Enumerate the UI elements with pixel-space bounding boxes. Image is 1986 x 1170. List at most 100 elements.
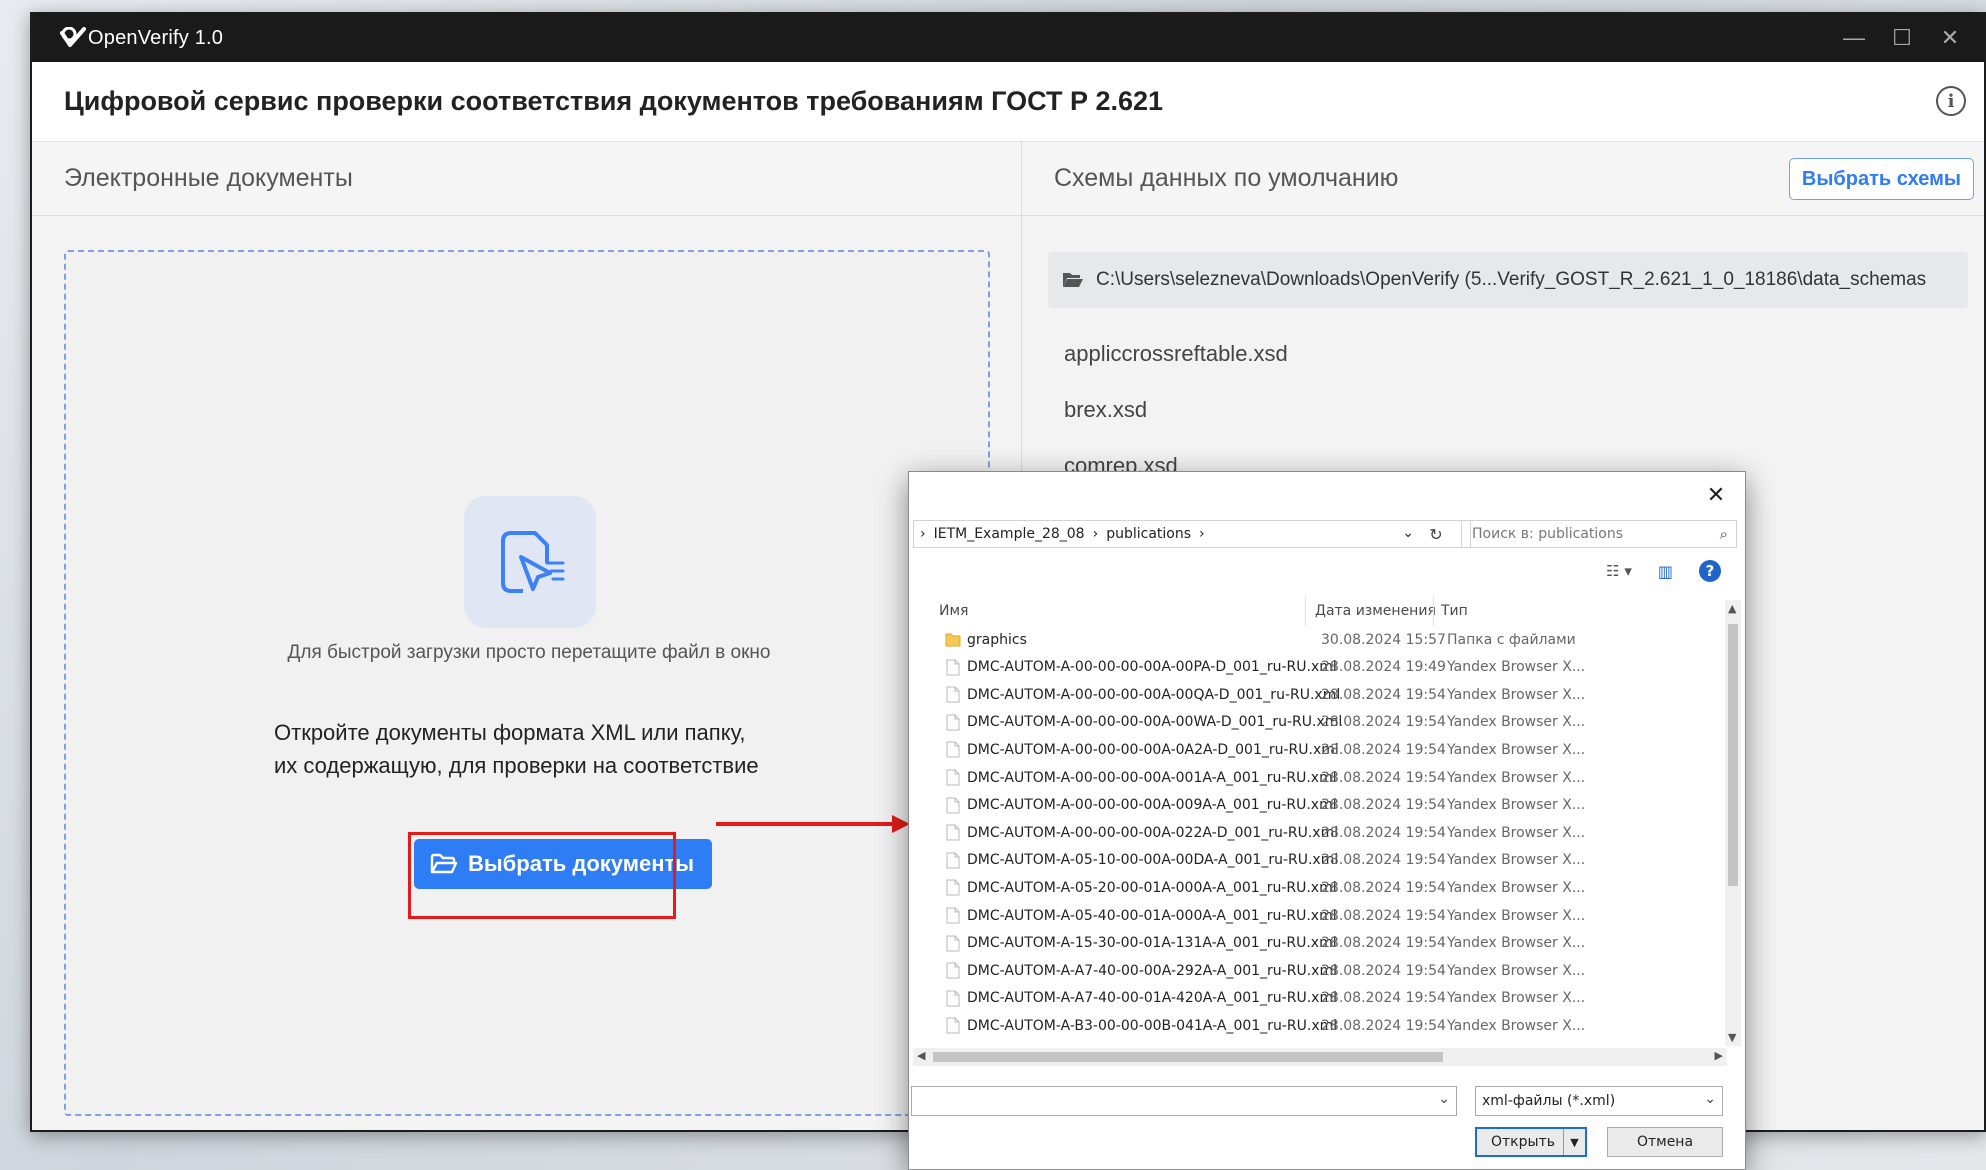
annotation-arrow [716, 822, 894, 826]
schema-item[interactable]: appliccrossreftable.xsd [1064, 326, 1288, 382]
xml-file-icon [946, 659, 960, 676]
file-type: Yandex Browser X... [1447, 659, 1586, 676]
column-type[interactable]: Тип [1441, 603, 1468, 619]
title-bar[interactable]: OpenVerify 1.0 — ☐ ✕ [32, 14, 1984, 62]
chevron-right-icon: › [1092, 526, 1099, 542]
dialog-close-button[interactable]: ✕ [1701, 480, 1731, 510]
file-name: DMC-AUTOM-A-00-00-00-00A-001A-A_001_ru-R… [967, 769, 1337, 786]
choose-schemas-button[interactable]: Выбрать схемы [1788, 158, 1974, 200]
file-type: Yandex Browser X... [1447, 962, 1586, 979]
preview-pane-icon[interactable]: ▥ [1658, 562, 1673, 581]
highlight-annotation [408, 832, 676, 919]
file-name: DMC-AUTOM-A-00-00-00-00A-00QA-D_001_ru-R… [967, 686, 1341, 703]
file-date: 28.08.2024 19:54 [1321, 769, 1446, 786]
file-name: DMC-AUTOM-A-00-00-00-00A-00WA-D_001_ru-R… [967, 714, 1343, 731]
file-list-item[interactable]: DMC-AUTOM-A-05-20-00-01A-000A-A_001_ru-R… [913, 874, 1727, 901]
folder-open-icon [1063, 273, 1083, 287]
file-date: 28.08.2024 19:54 [1321, 962, 1446, 979]
view-options-icon[interactable]: ☷ ▾ [1606, 562, 1632, 580]
file-list-item[interactable]: DMC-AUTOM-A-00-00-00-00A-001A-A_001_ru-R… [913, 764, 1727, 791]
documents-section-title: Электронные документы [32, 142, 1021, 216]
openverify-logo-icon [60, 27, 86, 47]
file-date: 28.08.2024 19:54 [1321, 686, 1446, 703]
file-type: Yandex Browser X... [1447, 1017, 1586, 1034]
file-list-item[interactable]: DMC-AUTOM-A-00-00-00-00A-00QA-D_001_ru-R… [913, 681, 1727, 708]
column-name[interactable]: Имя [939, 603, 968, 619]
vertical-scrollbar[interactable]: ▲ ▼ [1725, 600, 1741, 1046]
chevron-down-icon: ⌄ [1704, 1091, 1716, 1107]
xml-file-icon [946, 1017, 960, 1034]
file-list-item[interactable]: DMC-AUTOM-A-00-00-00-00A-022A-D_001_ru-R… [913, 819, 1727, 846]
drop-zone[interactable]: Для быстрой загрузки просто перетащите ф… [64, 250, 990, 1116]
close-button[interactable]: ✕ [1926, 14, 1974, 62]
app-name: OpenVerify 1.0 [88, 26, 224, 49]
page-title: Цифровой сервис проверки соответствия до… [64, 86, 1164, 116]
file-type: Yandex Browser X... [1447, 714, 1586, 731]
file-name: DMC-AUTOM-A-00-00-00-00A-009A-A_001_ru-R… [967, 797, 1337, 814]
file-date: 28.08.2024 19:54 [1321, 990, 1446, 1007]
file-type-select[interactable]: xml-файлы (*.xml) ⌄ [1475, 1086, 1723, 1116]
file-list-item[interactable]: DMC-AUTOM-A-00-00-00-00A-00WA-D_001_ru-R… [913, 709, 1727, 736]
file-list-item[interactable]: DMC-AUTOM-A-05-10-00-00A-00DA-A_001_ru-R… [913, 847, 1727, 874]
file-list: ^ Имя Дата изменения Тип graphics 30.08.2… [913, 596, 1727, 1046]
file-name: DMC-AUTOM-A-05-40-00-01A-000A-A_001_ru-R… [967, 907, 1337, 924]
schemas-title-text: Схемы данных по умолчанию [1054, 164, 1399, 192]
xml-file-icon [946, 879, 960, 896]
file-list-item[interactable]: DMC-AUTOM-A-A7-40-00-01A-420A-A_001_ru-R… [913, 985, 1727, 1012]
chevron-down-icon[interactable]: ⌄ [1402, 525, 1414, 541]
file-date: 30.08.2024 15:57 [1321, 631, 1446, 648]
filename-input[interactable]: ⌄ [911, 1086, 1457, 1116]
dialog-breadcrumb[interactable]: › IETM_Example_28_08 › publications › ⌄ [913, 520, 1471, 548]
horizontal-scrollbar[interactable]: ◀ ▶ [913, 1048, 1727, 1066]
column-date[interactable]: Дата изменения [1315, 603, 1436, 619]
file-date: 28.08.2024 19:49 [1321, 659, 1446, 676]
file-type: Yandex Browser X... [1447, 879, 1586, 896]
open-file-dialog: ✕ › IETM_Example_28_08 › publications › … [908, 471, 1746, 1170]
help-icon[interactable]: ? [1699, 560, 1721, 582]
file-date: 28.08.2024 19:54 [1321, 935, 1446, 952]
file-type: Yandex Browser X... [1447, 797, 1586, 814]
file-list-item[interactable]: DMC-AUTOM-A-05-40-00-01A-000A-A_001_ru-R… [913, 902, 1727, 929]
sort-ascending-icon: ^ [1159, 596, 1170, 604]
folder-icon [945, 633, 961, 647]
breadcrumb-item[interactable]: IETM_Example_28_08 [934, 526, 1085, 542]
file-list-item[interactable]: DMC-AUTOM-A-00-00-00-00A-0A2A-D_001_ru-R… [913, 736, 1727, 763]
file-list-item[interactable]: graphics 30.08.2024 15:57 Папка с файлами [913, 626, 1727, 653]
dialog-search-input[interactable]: Поиск в: publications ⌕ [1461, 520, 1737, 548]
file-name: DMC-AUTOM-A-A7-40-00-00A-292A-A_001_ru-R… [967, 962, 1337, 979]
open-button[interactable]: Открыть ▼ [1475, 1127, 1587, 1157]
maximize-button[interactable]: ☐ [1878, 14, 1926, 62]
info-icon[interactable]: i [1936, 86, 1966, 116]
file-type: Yandex Browser X... [1447, 852, 1586, 869]
chevron-right-icon: › [920, 526, 926, 542]
schemas-section-title: Схемы данных по умолчанию Выбрать схемы [1022, 142, 1984, 216]
file-date: 28.08.2024 19:54 [1321, 741, 1446, 758]
file-list-item[interactable]: DMC-AUTOM-A-15-30-00-01A-131A-A_001_ru-R… [913, 930, 1727, 957]
file-list-item[interactable]: DMC-AUTOM-A-00-00-00-00A-009A-A_001_ru-R… [913, 792, 1727, 819]
refresh-icon[interactable]: ↻ [1423, 520, 1449, 548]
xml-file-icon [946, 962, 960, 979]
file-list-header: ^ Имя Дата изменения Тип [913, 596, 1727, 626]
file-list-item[interactable]: DMC-AUTOM-A-00-00-00-00A-00PA-D_001_ru-R… [913, 654, 1727, 681]
schema-path: C:\Users\selezneva\Downloads\OpenVerify … [1096, 269, 1927, 290]
open-options-chevron-icon[interactable]: ▼ [1563, 1129, 1585, 1155]
file-date: 28.08.2024 19:54 [1321, 1017, 1446, 1034]
open-button-label: Открыть [1491, 1134, 1555, 1150]
file-name: DMC-AUTOM-A-00-00-00-00A-00PA-D_001_ru-R… [967, 659, 1337, 676]
cancel-button[interactable]: Отмена [1607, 1127, 1723, 1157]
file-list-item[interactable]: DMC-AUTOM-A-A7-40-00-00A-292A-A_001_ru-R… [913, 957, 1727, 984]
breadcrumb-item[interactable]: publications [1106, 526, 1191, 542]
chevron-down-icon[interactable]: ⌄ [1438, 1091, 1450, 1107]
file-name: DMC-AUTOM-A-05-10-00-00A-00DA-A_001_ru-R… [967, 852, 1339, 869]
minimize-button[interactable]: — [1830, 14, 1878, 62]
file-date: 28.08.2024 19:54 [1321, 879, 1446, 896]
file-type: Yandex Browser X... [1447, 769, 1586, 786]
xml-file-icon [946, 935, 960, 952]
schema-item[interactable]: brex.xsd [1064, 382, 1288, 438]
file-list-item[interactable]: DMC-AUTOM-A-B3-00-00-00B-041A-A_001_ru-R… [913, 1012, 1727, 1039]
xml-file-icon [946, 852, 960, 869]
file-name: DMC-AUTOM-A-B3-00-00-00B-041A-A_001_ru-R… [967, 1017, 1338, 1034]
file-type: Yandex Browser X... [1447, 935, 1586, 952]
file-type-value: xml-файлы (*.xml) [1482, 1093, 1616, 1109]
instructions-line-2: их содержащую, для проверки на соответст… [274, 753, 759, 778]
